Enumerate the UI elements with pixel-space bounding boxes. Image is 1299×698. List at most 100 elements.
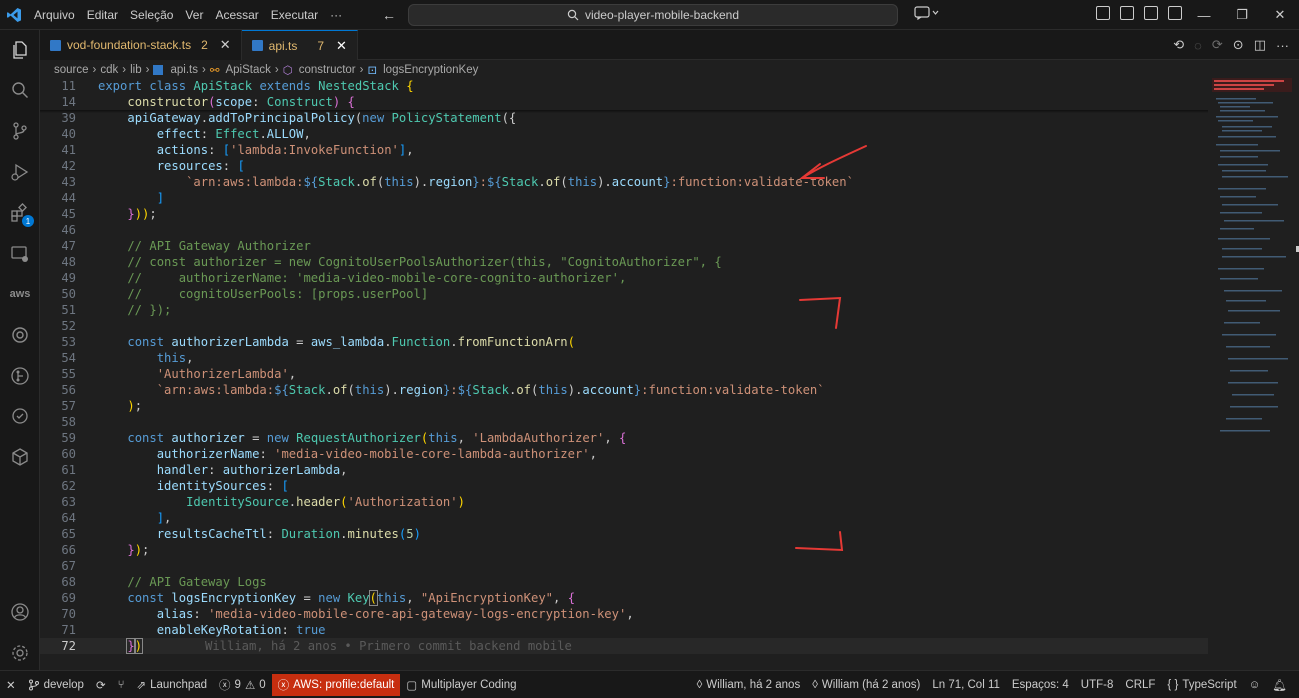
git-branch-icon — [28, 679, 39, 690]
line-number: 49 — [61, 271, 76, 285]
line-number: 48 — [61, 255, 76, 269]
gitlens-blame-status[interactable]: ◊ William (há 2 anos) — [806, 674, 926, 696]
aws-profile-status[interactable]: ⓧ AWS: profile:default — [271, 673, 401, 696]
search-view-icon[interactable] — [8, 78, 32, 102]
breadcrumb-class[interactable]: ApiStack — [225, 64, 270, 76]
code-line: authorizerName: 'media-video-mobile-core… — [156, 447, 597, 461]
line-number: 66 — [61, 543, 76, 557]
notifications-bell-icon[interactable]: 🔔︎ — [1266, 674, 1293, 696]
multiplayer-item[interactable]: ▢ Multiplayer Coding — [400, 674, 522, 696]
menu-more[interactable]: ··· — [324, 0, 348, 30]
aws-profile-label: AWS: profile:default — [293, 678, 395, 691]
menu-edit[interactable]: Editar — [81, 0, 124, 30]
close-tab-icon[interactable]: ✕ — [336, 38, 347, 54]
menu-run[interactable]: Executar — [265, 0, 324, 30]
close-tab-icon[interactable]: ✕ — [220, 37, 231, 53]
customize-layout-icon[interactable] — [1096, 6, 1110, 20]
tab-vod-foundation-stack[interactable]: vod-foundation-stack.ts 2 ✕ — [40, 30, 242, 60]
menu-file[interactable]: Arquivo — [28, 0, 81, 30]
aws-toolkit-icon[interactable]: aws — [8, 282, 32, 306]
minimize-icon[interactable]: — — [1185, 0, 1223, 30]
containers-icon[interactable] — [8, 445, 32, 469]
line-number: 54 — [61, 351, 76, 365]
copilot-status-icon[interactable]: ☺ — [1243, 674, 1267, 696]
breadcrumb-file[interactable]: api.ts — [170, 64, 198, 76]
manage-gear-icon[interactable] — [8, 641, 32, 665]
sticky-line[interactable]: constructor(scope: Construct) { — [98, 94, 355, 110]
openai-icon[interactable] — [8, 323, 32, 347]
code-line: // authorizerName: 'media-video-mobile-c… — [98, 271, 627, 285]
split-editor-icon[interactable]: ◫ — [1254, 37, 1266, 53]
code-line: ] — [156, 191, 165, 205]
commit-icon: ◊ — [812, 679, 818, 691]
breadcrumb-symbol[interactable]: logsEncryptionKey — [383, 64, 478, 76]
toggle-secondary-sidebar-icon[interactable] — [1168, 6, 1182, 20]
title-bar: Arquivo Editar Seleção Ver Acessar Execu… — [0, 0, 1299, 30]
language-label: TypeScript — [1182, 679, 1237, 691]
branch-name: develop — [43, 678, 84, 691]
line-number: 59 — [61, 431, 76, 445]
copilot-chat-icon[interactable] — [914, 6, 940, 23]
code-line: resultsCacheTtl: Duration.minutes(5) — [156, 527, 421, 541]
previous-change-icon[interactable]: ◌ — [1194, 38, 1202, 53]
code-line: })); — [127, 207, 157, 221]
typescript-file-icon — [251, 40, 263, 51]
line-number: 52 — [61, 319, 76, 333]
language-mode[interactable]: { } TypeScript — [1161, 674, 1242, 696]
git-graph-icon[interactable]: ⑂ — [112, 674, 131, 696]
remote-indicator-icon[interactable]: ✕ — [0, 674, 22, 696]
remote-explorer-icon[interactable] — [8, 242, 32, 266]
sync-icon[interactable]: ⟳ — [90, 674, 112, 696]
close-window-icon[interactable]: ✕ — [1261, 0, 1299, 30]
menu-view[interactable]: Ver — [179, 0, 209, 30]
go-back-change-icon[interactable]: ⟲ — [1173, 37, 1184, 53]
encoding[interactable]: UTF-8 — [1075, 674, 1120, 696]
cursor-position[interactable]: Ln 71, Col 11 — [926, 674, 1006, 696]
branch-indicator[interactable]: develop — [22, 674, 90, 696]
launchpad-item[interactable]: ⇗ Launchpad — [130, 674, 213, 696]
menu-selection[interactable]: Seleção — [124, 0, 179, 30]
source-control-icon[interactable] — [8, 119, 32, 143]
typescript-file-icon — [153, 64, 164, 75]
toggle-panel-icon[interactable] — [1144, 6, 1158, 20]
breadcrumb-folder[interactable]: lib — [130, 64, 142, 76]
minimap[interactable] — [1208, 78, 1299, 670]
tab-api-ts[interactable]: api.ts 7 ✕ — [241, 30, 358, 60]
git-blame-status[interactable]: ◊ William, há 2 anos — [691, 674, 807, 696]
more-actions-icon[interactable]: ··· — [1276, 38, 1289, 53]
tab-problem-count: 2 — [201, 38, 208, 52]
indentation[interactable]: Espaços: 4 — [1006, 674, 1075, 696]
line-number: 65 — [61, 527, 76, 541]
gitlens-icon[interactable] — [8, 364, 32, 388]
toggle-primary-sidebar-icon[interactable] — [1120, 6, 1134, 20]
line-number: 67 — [61, 559, 76, 573]
code-editor[interactable]: 39 apiGateway.addToPrincipalPolicy(new P… — [40, 78, 1208, 670]
accounts-icon[interactable] — [8, 600, 32, 624]
multiplayer-label: Multiplayer Coding — [421, 678, 517, 691]
line-number: 61 — [61, 463, 76, 477]
breadcrumb-folder[interactable]: cdk — [100, 64, 118, 76]
next-change-icon[interactable]: ⟳ — [1212, 37, 1223, 53]
line-number: 43 — [61, 175, 76, 189]
back-arrow-icon[interactable]: ← — [382, 7, 396, 23]
command-center-search[interactable]: video-player-mobile-backend — [408, 4, 898, 26]
breadcrumb-method[interactable]: constructor — [299, 64, 356, 76]
restore-icon[interactable]: ❐ — [1223, 0, 1261, 30]
code-line: const authorizerLambda = aws_lambda.Func… — [127, 335, 575, 349]
menu-go[interactable]: Acessar — [209, 0, 264, 30]
code-line: // const authorizer = new CognitoUserPoo… — [98, 255, 722, 269]
testing-icon[interactable] — [8, 404, 32, 428]
breadcrumb-folder[interactable]: source — [54, 64, 89, 76]
sticky-line[interactable]: export class ApiStack extends NestedStac… — [98, 78, 414, 94]
timeline-icon[interactable]: ⊙ — [1233, 37, 1244, 53]
code-line: actions: ['lambda:InvokeFunction'], — [156, 143, 414, 157]
code-line: handler: authorizerLambda, — [156, 463, 348, 477]
line-number: 40 — [61, 127, 76, 141]
code-line: }) — [126, 638, 144, 654]
editor-actions: ⟲ ◌ ⟳ ⊙ ◫ ··· — [1173, 30, 1289, 60]
problems-indicator[interactable]: ⓧ 9 ⚠ 0 — [213, 674, 272, 696]
end-of-line[interactable]: CRLF — [1119, 674, 1161, 696]
run-debug-icon[interactable] — [8, 160, 32, 184]
extensions-icon[interactable]: 1 — [8, 201, 34, 227]
explorer-icon[interactable] — [8, 38, 32, 62]
